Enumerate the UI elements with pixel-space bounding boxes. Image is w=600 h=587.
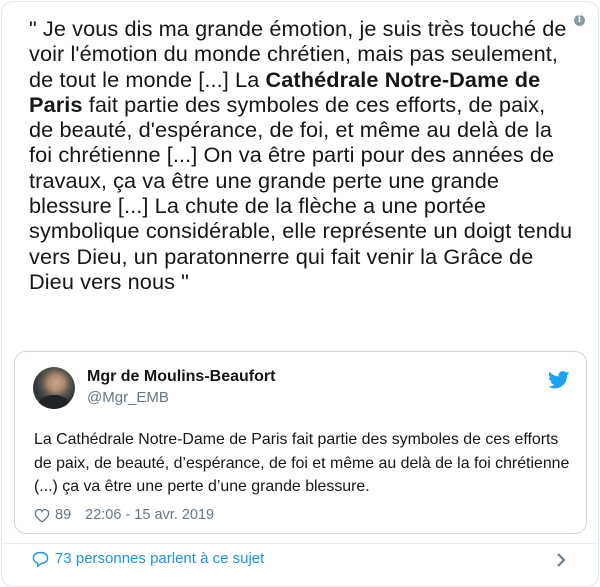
embedded-tweet-card: i " Je vous dis ma grande émotion, je su…	[1, 1, 599, 587]
avatar[interactable]	[33, 367, 75, 409]
like-count[interactable]: 89	[55, 507, 71, 523]
heart-icon[interactable]	[34, 508, 50, 523]
divider	[2, 543, 598, 544]
author-handle[interactable]: @Mgr_EMB	[87, 389, 169, 406]
info-icon[interactable]: i	[574, 15, 585, 26]
author-name[interactable]: Mgr de Moulins-Beaufort	[87, 368, 275, 386]
conversation-label[interactable]: 73 personnes parlent à ce sujet	[55, 550, 264, 567]
conversation-link[interactable]: 73 personnes parlent à ce sujet	[32, 550, 264, 567]
tweet-text: La Cathédrale Notre-Dame de Paris fait p…	[34, 431, 570, 495]
quoted-tweet[interactable]: Mgr de Moulins-Beaufort @Mgr_EMB La Cath…	[14, 351, 587, 534]
speech-bubble-icon	[32, 551, 49, 567]
twitter-bird-icon[interactable]	[548, 371, 570, 389]
quote-text-end: fait partie des symboles de ces efforts,…	[29, 91, 573, 294]
quote-text: " Je vous dis ma grande émotion, je suis…	[29, 16, 574, 294]
tweet-timestamp[interactable]: 22:06 - 15 avr. 2019	[85, 507, 214, 523]
tweet-meta: 89 22:06 - 15 avr. 2019	[34, 507, 214, 523]
chevron-right-icon[interactable]	[556, 552, 566, 568]
